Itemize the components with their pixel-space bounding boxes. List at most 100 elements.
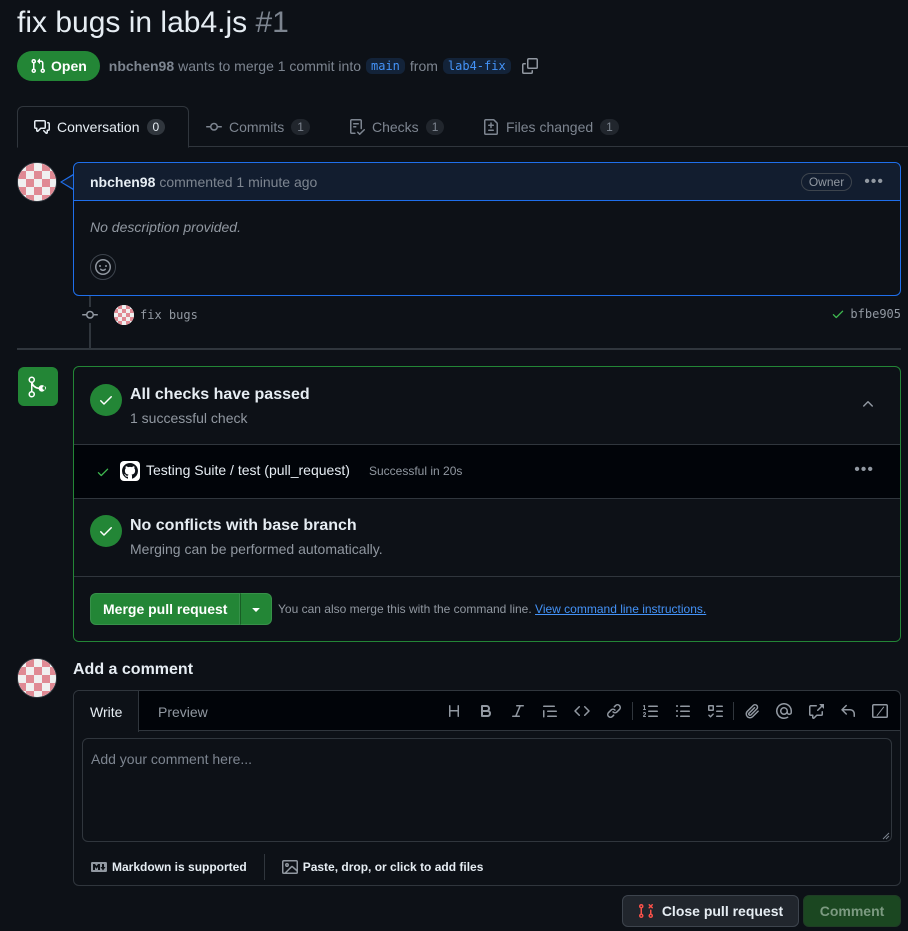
comment-editor: Write Preview Add your comment here... M… [73,690,901,886]
attach-files-label: Paste, drop, or click to add files [302,860,484,874]
reference-button[interactable] [800,699,832,723]
attach-button[interactable] [736,699,768,723]
comment-discussion-icon [34,120,50,134]
cross-reference-icon [809,704,824,719]
editor-footer: Markdown is supported Paste, drop, or cl… [74,849,900,885]
from-text: from [409,58,438,74]
tab-checks[interactable]: Checks 1 [333,106,460,147]
command-line-instructions-link[interactable]: View command line instructions. [535,602,706,616]
comment-textarea[interactable]: Add your comment here... [82,738,892,842]
timeline-divider [17,348,901,350]
pr-description-comment: nbchen98 commented 1 minute ago Owner ••… [73,162,901,296]
git-merge-icon [28,375,46,397]
mention-icon [776,703,792,719]
mention-button[interactable] [768,699,800,723]
triangle-down-icon [252,608,261,612]
timeline-commit: fix bugs bfbe905 [82,304,901,326]
tab-commits[interactable]: Commits 1 [190,106,326,147]
checks-passed-icon [90,384,122,416]
github-app-avatar [120,461,140,481]
bulleted-list-button[interactable] [667,699,699,723]
merge-method-dropdown[interactable] [240,593,273,625]
check-icon [100,396,112,405]
quote-icon [543,705,557,718]
commit-message-link[interactable]: fix bugs [140,308,198,322]
close-pull-request-button[interactable]: Close pull request [622,895,799,927]
editor-header: Write Preview [74,691,900,732]
attach-files-button[interactable]: Paste, drop, or click to add files [265,859,501,875]
current-user-avatar[interactable] [17,658,57,698]
check-icon[interactable] [831,307,845,321]
state-badge: Open [17,51,100,81]
pr-number: #1 [255,6,289,39]
pr-author-link[interactable]: nbchen98 [109,58,174,74]
bold-button[interactable] [470,699,502,723]
tab-conversation[interactable]: Conversation 0 [17,106,189,148]
smiley-icon [95,259,111,275]
checks-title: All checks have passed [130,386,310,403]
link-button[interactable] [598,699,630,723]
task-list-button[interactable] [699,699,731,723]
comment-timestamp[interactable]: commented 1 minute ago [159,174,317,190]
check-run-name[interactable]: Testing Suite / test (pull_request) [146,462,350,478]
checks-subtitle: 1 successful check [130,410,248,426]
markdown-icon [91,862,107,872]
comment-submit-button[interactable]: Comment [803,895,901,927]
merge-hint-text: You can also merge this with the command… [278,602,532,616]
tab-checks-count: 1 [425,118,445,135]
commit-sha-link[interactable]: bfbe905 [850,307,901,321]
commit-author-avatar[interactable] [114,305,134,325]
avatar[interactable] [17,162,57,202]
tab-conversation-label: Conversation [57,119,140,135]
resize-handle-icon[interactable] [882,832,890,840]
head-branch[interactable]: lab4-fix [442,58,511,74]
comment-options-icon[interactable]: ••• [864,173,884,191]
tab-preview[interactable]: Preview [142,691,224,732]
saved-replies-button[interactable] [832,699,864,723]
no-conflicts-icon [90,515,122,547]
check-options-icon[interactable]: ••• [854,461,874,479]
check-run-status: Successful in 20s [369,464,463,478]
heading-button[interactable] [438,699,470,723]
slash-commands-button[interactable] [864,699,896,723]
tab-commits-label: Commits [229,118,285,135]
git-commit-icon [82,307,98,323]
pr-meta: nbchen98 wants to merge 1 commit into ma… [109,58,538,74]
tab-conversation-count: 0 [146,119,166,135]
copy-icon [521,58,538,74]
comment-header: nbchen98 commented 1 minute ago Owner ••… [74,163,900,201]
merge-actions: Merge pull request You can also merge th… [74,577,900,641]
merge-status-icon [18,367,58,406]
github-mark-icon [122,463,138,479]
add-reaction-button[interactable] [90,254,116,280]
bold-icon [481,705,492,717]
numbered-list-button[interactable] [635,699,667,723]
copy-branch-button[interactable] [521,58,538,74]
code-button[interactable] [566,699,598,723]
italic-icon [512,705,524,717]
check-run-row[interactable]: Testing Suite / test (pull_request) Succ… [74,445,900,499]
conflicts-title: No conflicts with base branch [130,517,357,534]
markdown-label: Markdown is supported [112,860,247,874]
italic-button[interactable] [502,699,534,723]
git-commit-icon [206,122,222,131]
conflicts-subtitle: Merging can be performed automatically. [130,541,383,557]
base-branch[interactable]: main [366,58,405,74]
reply-icon [841,704,855,717]
tab-files-changed[interactable]: Files changed 1 [467,106,635,147]
numbered-list-icon [643,705,658,717]
merge-pull-request-button[interactable]: Merge pull request [90,593,241,625]
quote-button[interactable] [534,699,566,723]
list-icon [676,705,690,717]
checks-summary[interactable]: All checks have passed 1 successful chec… [74,367,900,445]
file-diff-icon [484,118,498,135]
state-label: Open [51,58,87,74]
tasklist-icon [708,705,723,718]
tab-write[interactable]: Write [74,691,140,732]
tab-checks-label: Checks [372,118,419,135]
chevron-up-icon[interactable] [860,396,876,412]
markdown-supported-link[interactable]: Markdown is supported [74,859,264,875]
comment-author[interactable]: nbchen98 [90,174,155,190]
slash-icon [872,704,888,718]
pr-tabs: Conversation 0 Commits 1 Checks 1 Files … [17,106,908,148]
